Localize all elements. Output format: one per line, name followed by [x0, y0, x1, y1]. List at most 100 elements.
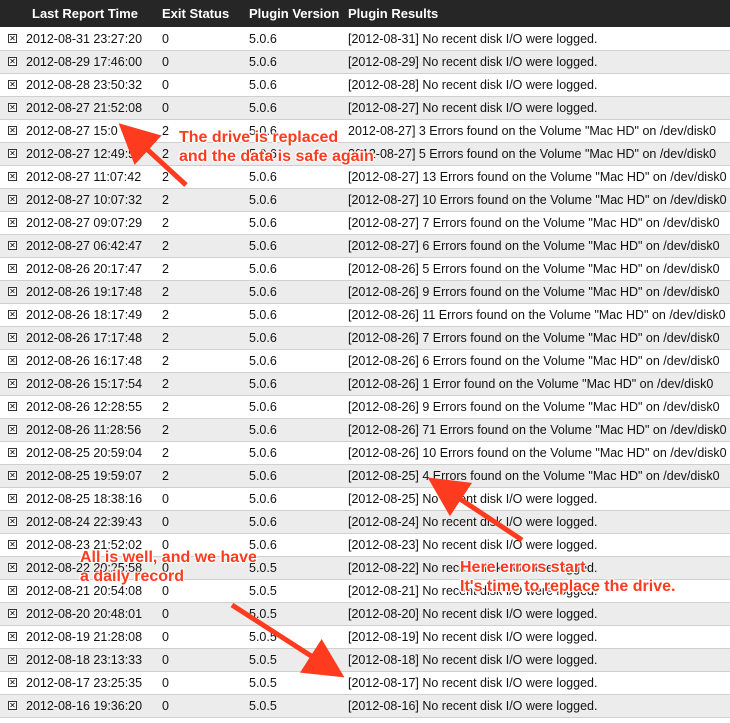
cell-last-report-time: 2012-08-26 18:17:49	[26, 308, 143, 322]
cell-exit-status: 2	[162, 400, 169, 414]
row-select-checkbox[interactable]: ✕	[8, 494, 17, 503]
table-row[interactable]: ✕ 2012-08-17 23:25:35 0 5.0.5 [2012-08-17] N…	[0, 672, 730, 695]
row-select-checkbox[interactable]: ✕	[8, 218, 17, 227]
table-row[interactable]: ✕ 2012-08-16 19:36:20 0 5.0.5 [2012-08-16] N…	[0, 695, 730, 718]
row-select-checkbox[interactable]: ✕	[8, 448, 17, 457]
cell-last-report-time: 2012-08-27 06:42:47	[26, 239, 143, 253]
cell-plugin-result: [2012-08-27] 10 Errors found on the Volu…	[348, 193, 727, 207]
cell-exit-status: 2	[162, 124, 169, 138]
annotation-line: Here errors start	[460, 559, 586, 576]
cell-plugin-version: 5.0.6	[249, 78, 277, 92]
column-header-exit-status[interactable]: Exit Status	[162, 6, 229, 21]
cell-plugin-version: 5.0.6	[249, 331, 277, 345]
table-row[interactable]: ✕ 2012-08-26 18:17:49 2 5.0.6 [2012-08-26] 1…	[0, 304, 730, 327]
row-select-checkbox[interactable]: ✕	[8, 586, 17, 595]
row-select-checkbox[interactable]: ✕	[8, 80, 17, 89]
cell-last-report-time: 2012-08-26 20:17:47	[26, 262, 143, 276]
row-select-checkbox[interactable]: ✕	[8, 333, 17, 342]
row-select-checkbox[interactable]: ✕	[8, 563, 17, 572]
cell-plugin-result: [2012-08-26] 9 Errors found on the Volum…	[348, 400, 720, 414]
table-row[interactable]: ✕ 2012-08-26 19:17:48 2 5.0.6 [2012-08-26] 9…	[0, 281, 730, 304]
annotation-line: The drive is replaced	[179, 129, 339, 146]
row-select-checkbox[interactable]: ✕	[8, 402, 17, 411]
row-select-checkbox[interactable]: ✕	[8, 264, 17, 273]
table-row[interactable]: ✕ 2012-08-28 23:50:32 0 5.0.6 [2012-08-28] N…	[0, 74, 730, 97]
cell-exit-status: 2	[162, 147, 169, 161]
table-row[interactable]: ✕ 2012-08-25 19:59:07 2 5.0.6 [2012-08-25] 4…	[0, 465, 730, 488]
table-row[interactable]: ✕ 2012-08-27 21:52:08 0 5.0.6 [2012-08-27] N…	[0, 97, 730, 120]
cell-plugin-version: 5.0.6	[249, 492, 277, 506]
cell-plugin-result: [2012-08-27] 13 Errors found on the Volu…	[348, 170, 727, 184]
row-select-checkbox[interactable]: ✕	[8, 678, 17, 687]
row-select-checkbox[interactable]: ✕	[8, 310, 17, 319]
cell-plugin-version: 5.0.6	[249, 515, 277, 529]
row-select-checkbox[interactable]: ✕	[8, 540, 17, 549]
cell-plugin-result: [2012-08-26] 11 Errors found on the Volu…	[348, 308, 726, 322]
row-select-checkbox[interactable]: ✕	[8, 701, 17, 710]
row-select-checkbox[interactable]: ✕	[8, 517, 17, 526]
cell-last-report-time: 2012-08-26 19:17:48	[26, 285, 143, 299]
table-row[interactable]: ✕ 2012-08-31 23:27:20 0 5.0.6 [2012-08-31] N…	[0, 28, 730, 51]
column-header-plugin-version[interactable]: Plugin Version	[249, 6, 339, 21]
row-select-checkbox[interactable]: ✕	[8, 172, 17, 181]
cell-plugin-result: [2012-08-26] 9 Errors found on the Volum…	[348, 285, 720, 299]
cell-plugin-result: 2012-08-27] 5 Errors found on the Volume…	[348, 147, 717, 161]
table-row[interactable]: ✕ 2012-08-24 22:39:43 0 5.0.6 [2012-08-24] N…	[0, 511, 730, 534]
column-header-plugin-results[interactable]: Plugin Results	[348, 6, 438, 21]
table-row[interactable]: ✕ 2012-08-26 17:17:48 2 5.0.6 [2012-08-26] 7…	[0, 327, 730, 350]
row-select-checkbox[interactable]: ✕	[8, 103, 17, 112]
table-row[interactable]: ✕ 2012-08-26 16:17:48 2 5.0.6 [2012-08-26] 6…	[0, 350, 730, 373]
cell-plugin-version: 5.0.5	[249, 630, 277, 644]
cell-plugin-version: 5.0.5	[249, 699, 277, 713]
cell-plugin-result: [2012-08-27] 6 Errors found on the Volum…	[348, 239, 720, 253]
row-select-checkbox[interactable]: ✕	[8, 34, 17, 43]
cell-plugin-version: 5.0.5	[249, 584, 277, 598]
cell-exit-status: 0	[162, 515, 169, 529]
table-row[interactable]: ✕ 2012-08-27 09:07:29 2 5.0.6 [2012-08-27] 7…	[0, 212, 730, 235]
row-select-checkbox[interactable]: ✕	[8, 126, 17, 135]
annotation-line: It's time to replace the drive.	[460, 578, 676, 595]
row-select-checkbox[interactable]: ✕	[8, 195, 17, 204]
row-select-checkbox[interactable]: ✕	[8, 632, 17, 641]
row-select-checkbox[interactable]: ✕	[8, 57, 17, 66]
row-select-checkbox[interactable]: ✕	[8, 241, 17, 250]
row-select-checkbox[interactable]: ✕	[8, 471, 17, 480]
table-row[interactable]: ✕ 2012-08-27 11:07:42 2 5.0.6 [2012-08-27] 1…	[0, 166, 730, 189]
cell-exit-status: 2	[162, 469, 169, 483]
cell-last-report-time: 2012-08-25 18:38:16	[26, 492, 143, 506]
table-row[interactable]: ✕ 2012-08-25 18:38:16 0 5.0.6 [2012-08-25] N…	[0, 488, 730, 511]
cell-last-report-time: 2012-08-21 20:54:08	[26, 584, 143, 598]
cell-exit-status: 2	[162, 285, 169, 299]
cell-exit-status: 0	[162, 630, 169, 644]
row-select-checkbox[interactable]: ✕	[8, 609, 17, 618]
row-select-checkbox[interactable]: ✕	[8, 425, 17, 434]
row-select-checkbox[interactable]: ✕	[8, 356, 17, 365]
row-select-checkbox[interactable]: ✕	[8, 149, 17, 158]
row-select-checkbox[interactable]: ✕	[8, 655, 17, 664]
cell-last-report-time: 2012-08-26 12:28:55	[26, 400, 143, 414]
table-row[interactable]: ✕ 2012-08-27 10:07:32 2 5.0.6 [2012-08-27] 1…	[0, 189, 730, 212]
table-row[interactable]: ✕ 2012-08-19 21:28:08 0 5.0.5 [2012-08-19] N…	[0, 626, 730, 649]
cell-last-report-time: 2012-08-27 21:52:08	[26, 101, 143, 115]
row-select-checkbox[interactable]: ✕	[8, 379, 17, 388]
row-select-checkbox[interactable]: ✕	[8, 287, 17, 296]
table-row[interactable]: ✕ 2012-08-26 11:28:56 2 5.0.6 [2012-08-26] 7…	[0, 419, 730, 442]
table-row[interactable]: ✕ 2012-08-26 20:17:47 2 5.0.6 [2012-08-26] 5…	[0, 258, 730, 281]
table-row[interactable]: ✕ 2012-08-29 17:46:00 0 5.0.6 [2012-08-29] N…	[0, 51, 730, 74]
cell-plugin-result: [2012-08-31] No recent disk I/O were log…	[348, 32, 598, 46]
table-row[interactable]: ✕ 2012-08-20 20:48:01 0 5.0.5 [2012-08-20] N…	[0, 603, 730, 626]
cell-last-report-time: 2012-08-27 11:07:42	[26, 170, 142, 184]
table-row[interactable]: ✕ 2012-08-18 23:13:33 0 5.0.5 [2012-08-18] N…	[0, 649, 730, 672]
table-row[interactable]: ✕ 2012-08-25 20:59:04 2 5.0.6 [2012-08-26] 1…	[0, 442, 730, 465]
table-row[interactable]: ✕ 2012-08-26 15:17:54 2 5.0.6 [2012-08-26] 1…	[0, 373, 730, 396]
table-row[interactable]: ✕ 2012-08-26 12:28:55 2 5.0.6 [2012-08-26] 9…	[0, 396, 730, 419]
cell-plugin-version: 5.0.6	[249, 285, 277, 299]
cell-last-report-time: 2012-08-16 19:36:20	[26, 699, 143, 713]
cell-plugin-version: 5.0.6	[249, 354, 277, 368]
cell-plugin-result: [2012-08-20] No recent disk I/O were log…	[348, 607, 598, 621]
cell-plugin-result: [2012-08-26] 10 Errors found on the Volu…	[348, 446, 727, 460]
cell-plugin-version: 5.0.5	[249, 676, 277, 690]
column-header-last-report-time[interactable]: Last Report Time	[32, 6, 138, 21]
table-row[interactable]: ✕ 2012-08-27 06:42:47 2 5.0.6 [2012-08-27] 6…	[0, 235, 730, 258]
cell-plugin-version: 5.0.5	[249, 607, 277, 621]
